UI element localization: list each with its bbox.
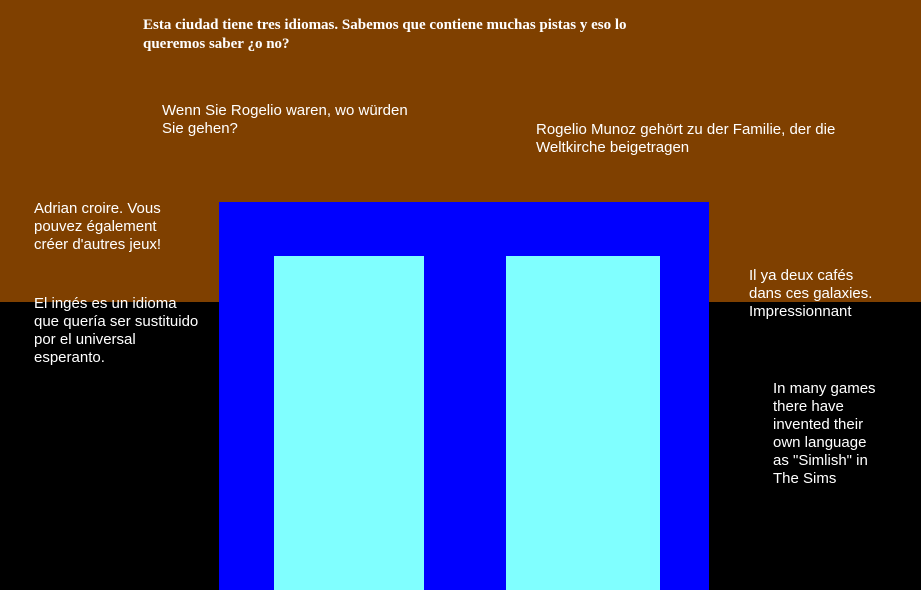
- german-question-text: Wenn Sie Rogelio waren, wo würden Sie ge…: [162, 102, 408, 137]
- building-window-left: [274, 256, 424, 590]
- french-games-text: Adrian croire. Vous pouvez également cré…: [34, 200, 162, 253]
- spanish-esperanto-text: El ingés es un idioma que quería ser sus…: [34, 295, 199, 366]
- game-scene: Esta ciudad tiene tres idiomas. Sabemos …: [0, 0, 921, 590]
- building-window-right: [506, 256, 660, 590]
- french-cafes-text: Il ya deux cafés dans ces galaxies. Impr…: [749, 267, 873, 320]
- english-simlish-text: In many games there have invented their …: [773, 380, 876, 487]
- german-family-text: Rogelio Munoz gehört zu der Familie, der…: [536, 121, 836, 156]
- headline-text: Esta ciudad tiene tres idiomas. Sabemos …: [143, 17, 627, 52]
